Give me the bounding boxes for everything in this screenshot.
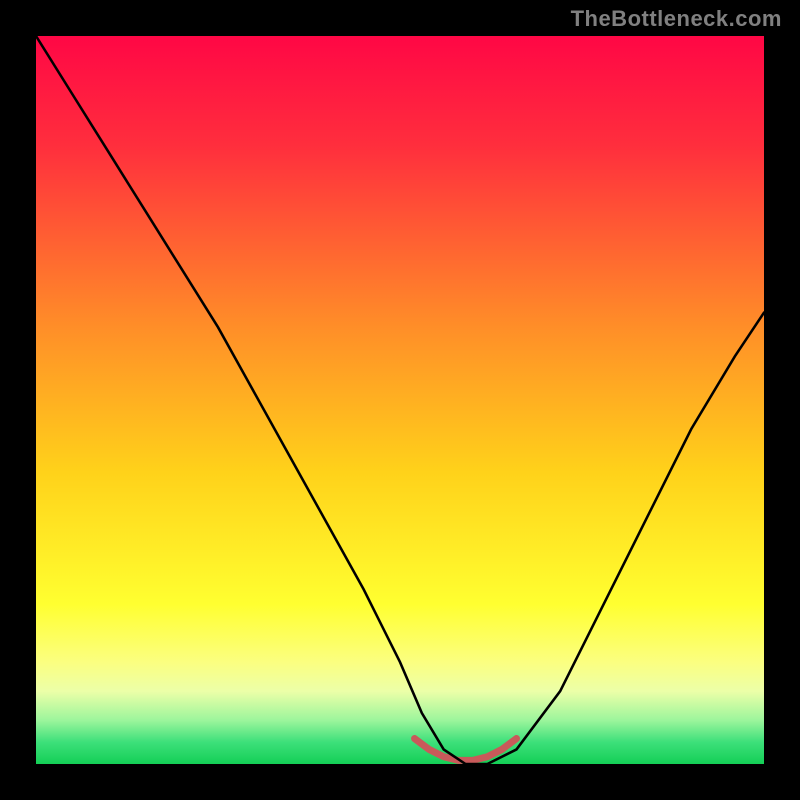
bottleneck-curve	[36, 36, 764, 764]
plot-area	[36, 36, 764, 764]
watermark-text: TheBottleneck.com	[571, 6, 782, 32]
curve-layer	[36, 36, 764, 764]
chart-frame: { "watermark": "TheBottleneck.com", "cha…	[0, 0, 800, 800]
